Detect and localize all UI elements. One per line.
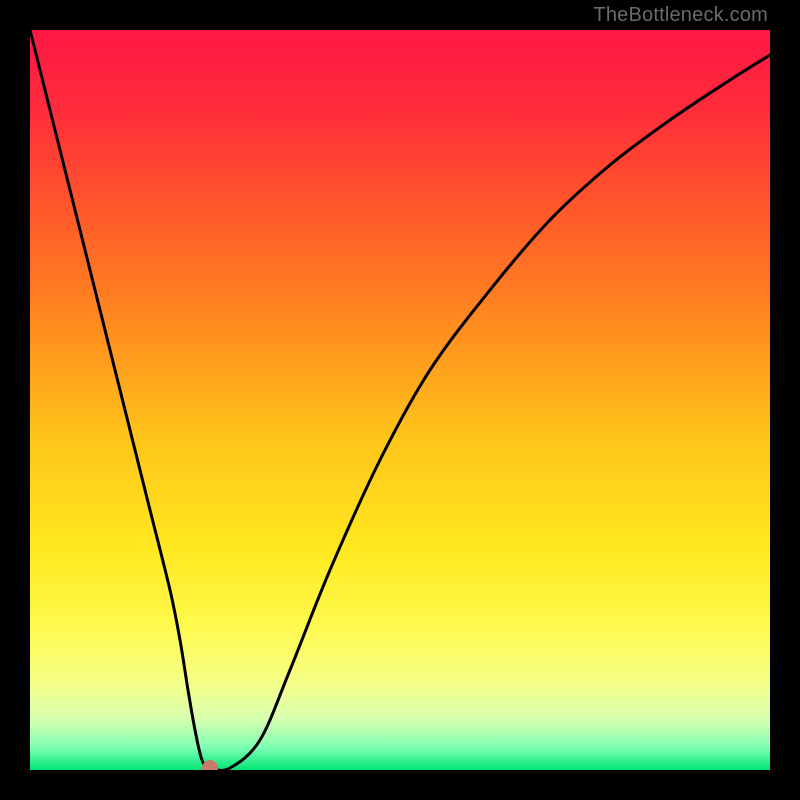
plot-area bbox=[30, 30, 770, 770]
watermark-label: TheBottleneck.com bbox=[593, 4, 768, 27]
bottleneck-chart bbox=[30, 30, 770, 770]
chart-frame: TheBottleneck.com bbox=[0, 0, 800, 800]
gradient-background bbox=[30, 30, 770, 770]
